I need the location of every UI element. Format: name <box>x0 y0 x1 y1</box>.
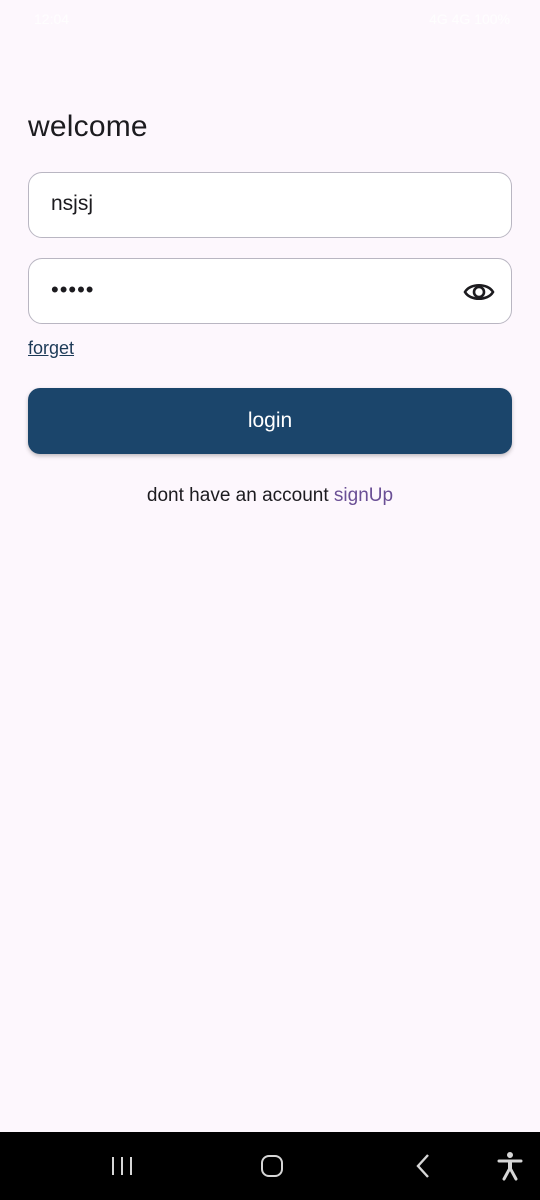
password-field[interactable]: ••••• <box>28 258 512 324</box>
accessibility-icon[interactable] <box>494 1150 526 1182</box>
password-value: ••••• <box>51 277 95 302</box>
login-button-label: login <box>247 409 293 432</box>
recents-icon[interactable] <box>106 1150 138 1182</box>
status-indicators: 4G 4G 100% <box>429 11 510 27</box>
eye-icon[interactable] <box>463 277 495 307</box>
login-screen: 12:04 4G 4G 100% welcome nsjsj ••••• for… <box>0 0 540 1200</box>
home-icon[interactable] <box>256 1150 288 1182</box>
navigation-bar <box>0 1132 540 1200</box>
username-value: nsjsj <box>51 192 94 215</box>
username-field[interactable]: nsjsj <box>28 172 512 238</box>
signup-prompt: dont have an account <box>146 485 334 506</box>
page-title: welcome <box>28 110 148 143</box>
status-time: 12:04 <box>34 11 70 27</box>
forget-link[interactable]: forget <box>28 338 74 359</box>
login-button[interactable]: login <box>28 388 512 454</box>
status-bar: 12:04 4G 4G 100% <box>0 0 540 40</box>
signup-link[interactable]: signUp <box>334 485 393 506</box>
signup-prompt-line: dont have an account signUp <box>0 485 540 507</box>
back-icon[interactable] <box>408 1150 440 1182</box>
